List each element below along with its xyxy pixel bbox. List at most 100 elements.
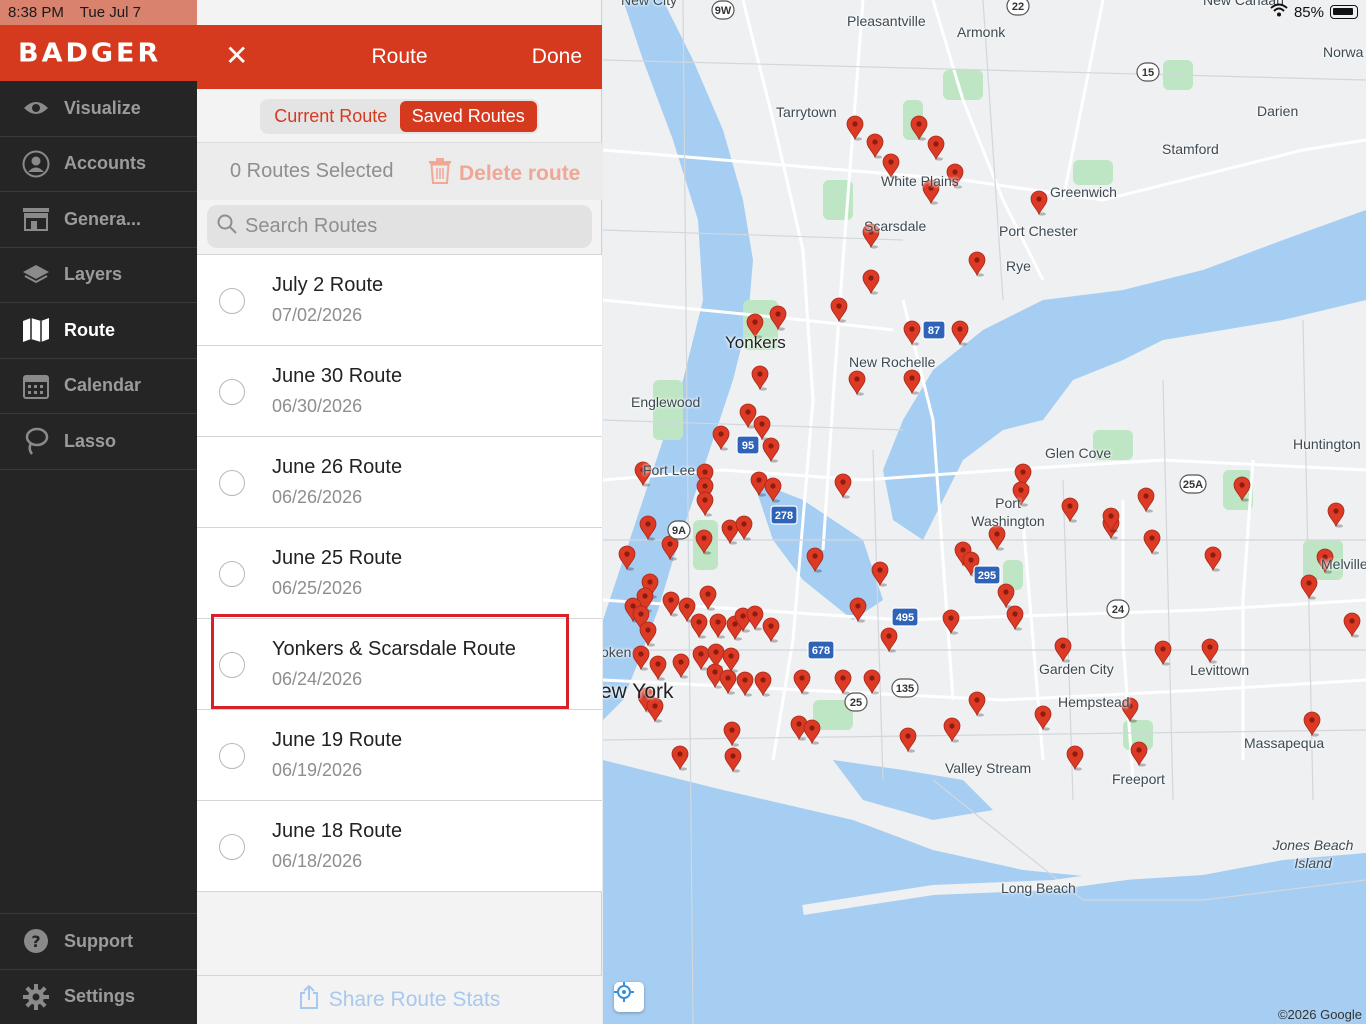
account-pin[interactable] xyxy=(719,669,737,695)
account-pin[interactable] xyxy=(699,585,717,611)
account-pin[interactable] xyxy=(671,745,689,771)
account-pin[interactable] xyxy=(639,515,657,541)
done-button[interactable]: Done xyxy=(532,45,582,69)
locate-me-button[interactable] xyxy=(614,982,644,1012)
sidebar-item-visualize[interactable]: Visualize xyxy=(0,81,197,137)
account-pin[interactable] xyxy=(762,437,780,463)
account-pin[interactable] xyxy=(903,320,921,346)
account-pin[interactable] xyxy=(639,621,657,647)
tab-current-route[interactable]: Current Route xyxy=(262,101,400,132)
map-view[interactable]: 9W 22 15 87 95 278 9A 25A 295 495 678 25 24 135 New C… xyxy=(603,0,1366,1024)
account-pin[interactable] xyxy=(709,613,727,639)
account-pin[interactable] xyxy=(1343,612,1361,638)
account-pin[interactable] xyxy=(1054,637,1072,663)
account-pin[interactable] xyxy=(1137,487,1155,513)
account-pin[interactable] xyxy=(632,645,650,671)
account-pin[interactable] xyxy=(968,251,986,277)
account-pin[interactable] xyxy=(1030,190,1048,216)
search-routes-input[interactable] xyxy=(245,215,575,238)
account-pin[interactable] xyxy=(769,305,787,331)
account-pin[interactable] xyxy=(672,653,690,679)
account-pin[interactable] xyxy=(846,115,864,141)
account-pin[interactable] xyxy=(1061,497,1079,523)
route-row-june-18[interactable]: June 18 Route 06/18/2026 xyxy=(197,801,602,892)
account-pin[interactable] xyxy=(762,617,780,643)
account-pin[interactable] xyxy=(1233,476,1251,502)
account-pin[interactable] xyxy=(723,721,741,747)
account-pin[interactable] xyxy=(721,519,739,545)
account-pin[interactable] xyxy=(834,473,852,499)
select-radio[interactable] xyxy=(219,834,245,860)
account-pin[interactable] xyxy=(1204,546,1222,572)
account-pin[interactable] xyxy=(1154,640,1172,666)
route-row-june-30[interactable]: June 30 Route 06/30/2026 xyxy=(197,346,602,437)
account-pin[interactable] xyxy=(712,425,730,451)
route-row-june-19[interactable]: June 19 Route 06/19/2026 xyxy=(197,710,602,801)
route-row-june-26[interactable]: June 26 Route 06/26/2026 xyxy=(197,437,602,528)
account-pin[interactable] xyxy=(736,671,754,697)
sidebar-item-lasso[interactable]: Lasso xyxy=(0,414,197,470)
account-pin[interactable] xyxy=(942,609,960,635)
select-radio[interactable] xyxy=(219,743,245,769)
account-pin[interactable] xyxy=(903,369,921,395)
account-pin[interactable] xyxy=(862,269,880,295)
account-pin[interactable] xyxy=(899,727,917,753)
account-pin[interactable] xyxy=(1034,705,1052,731)
route-row-july-2[interactable]: July 2 Route 07/02/2026 xyxy=(197,255,602,346)
account-pin[interactable] xyxy=(750,471,768,497)
route-row-yonkers-scarsdale[interactable]: Yonkers & Scarsdale Route 06/24/2026 xyxy=(197,619,602,710)
account-pin[interactable] xyxy=(692,645,710,671)
route-row-june-25[interactable]: June 25 Route 06/25/2026 xyxy=(197,528,602,619)
select-radio[interactable] xyxy=(219,561,245,587)
account-pin[interactable] xyxy=(690,613,708,639)
account-pin[interactable] xyxy=(735,515,753,541)
tab-saved-routes[interactable]: Saved Routes xyxy=(399,101,537,132)
account-pin[interactable] xyxy=(793,669,811,695)
account-pin[interactable] xyxy=(1201,638,1219,664)
account-pin[interactable] xyxy=(1066,745,1084,771)
account-pin[interactable] xyxy=(751,365,769,391)
account-pin[interactable] xyxy=(834,669,852,695)
account-pin[interactable] xyxy=(880,627,898,653)
account-pin[interactable] xyxy=(848,370,866,396)
account-pin[interactable] xyxy=(1130,741,1148,767)
account-pin[interactable] xyxy=(1006,605,1024,631)
account-pin[interactable] xyxy=(649,655,667,681)
account-pin[interactable] xyxy=(997,583,1015,609)
account-pin[interactable] xyxy=(943,717,961,743)
account-pin[interactable] xyxy=(661,535,679,561)
sidebar-item-layers[interactable]: Layers xyxy=(0,248,197,303)
account-pin[interactable] xyxy=(871,561,889,587)
account-pin[interactable] xyxy=(830,297,848,323)
account-pin[interactable] xyxy=(806,547,824,573)
select-radio[interactable] xyxy=(219,288,245,314)
account-pin[interactable] xyxy=(803,719,821,745)
select-radio[interactable] xyxy=(219,379,245,405)
account-pin[interactable] xyxy=(764,477,782,503)
share-route-stats-button[interactable]: Share Route Stats xyxy=(197,975,602,1024)
account-pin[interactable] xyxy=(951,320,969,346)
sidebar-item-accounts[interactable]: Accounts xyxy=(0,137,197,192)
sidebar-item-calendar[interactable]: Calendar xyxy=(0,359,197,414)
account-pin[interactable] xyxy=(696,491,714,517)
account-pin[interactable] xyxy=(1143,529,1161,555)
account-pin[interactable] xyxy=(1303,711,1321,737)
sidebar-item-support[interactable]: ? Support xyxy=(0,914,197,970)
account-pin[interactable] xyxy=(746,605,764,631)
account-pin[interactable] xyxy=(722,647,740,673)
delete-route-button[interactable]: Delete route xyxy=(429,158,580,190)
account-pin[interactable] xyxy=(866,133,884,159)
account-pin[interactable] xyxy=(849,597,867,623)
select-radio[interactable] xyxy=(219,470,245,496)
account-pin[interactable] xyxy=(695,529,713,555)
account-pin[interactable] xyxy=(968,691,986,717)
account-pin[interactable] xyxy=(618,545,636,571)
select-radio[interactable] xyxy=(219,652,245,678)
account-pin[interactable] xyxy=(662,591,680,617)
account-pin[interactable] xyxy=(724,747,742,773)
sidebar-item-settings[interactable]: Settings xyxy=(0,970,197,1024)
account-pin[interactable] xyxy=(910,115,928,141)
sidebar-item-route[interactable]: Route xyxy=(0,303,197,359)
account-pin[interactable] xyxy=(1300,574,1318,600)
account-pin[interactable] xyxy=(863,669,881,695)
